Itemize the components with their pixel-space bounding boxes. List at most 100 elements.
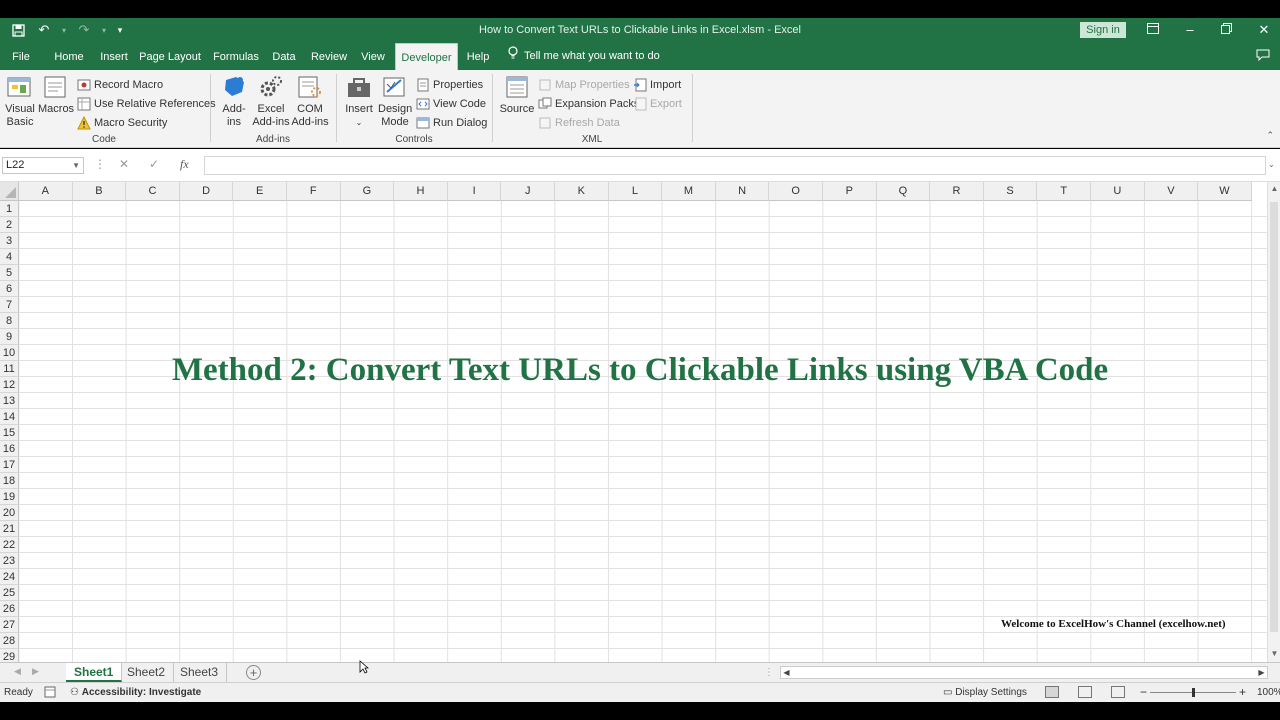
horizontal-scrollbar[interactable]: ◀ ▶ <box>780 666 1268 679</box>
row-header[interactable]: 22 <box>0 537 19 553</box>
vertical-scroll-thumb[interactable] <box>1270 202 1278 632</box>
scroll-down-icon[interactable]: ▼ <box>1269 649 1280 660</box>
column-header[interactable]: O <box>769 182 823 201</box>
source-button[interactable]: Source <box>498 74 536 116</box>
sheet-tab-sheet3[interactable]: Sheet3 <box>172 663 228 682</box>
ribbon-display-options-icon[interactable] <box>1143 22 1163 38</box>
cell-grid[interactable] <box>19 201 1267 662</box>
zoom-level[interactable]: 100% <box>1257 687 1280 698</box>
row-header[interactable]: 25 <box>0 585 19 601</box>
select-all-button[interactable] <box>0 182 19 201</box>
properties-button[interactable]: Properties <box>416 76 483 93</box>
tab-help[interactable]: Help <box>462 43 494 70</box>
use-relative-references-button[interactable]: Use Relative References <box>77 95 216 112</box>
row-header[interactable]: 21 <box>0 521 19 537</box>
sheet-tab-sheet1[interactable]: Sheet1 <box>66 663 123 682</box>
zoom-in-button[interactable]: + <box>1239 685 1246 699</box>
next-sheet-icon[interactable]: ▶ <box>32 666 39 677</box>
column-header[interactable]: A <box>19 182 73 201</box>
column-header[interactable]: J <box>501 182 555 201</box>
column-header[interactable]: U <box>1091 182 1145 201</box>
column-header[interactable]: Q <box>876 182 931 201</box>
previous-sheet-icon[interactable]: ◀ <box>14 666 21 677</box>
tab-insert[interactable]: Insert <box>96 43 132 70</box>
cancel-entry-icon[interactable]: ✕ <box>119 157 129 171</box>
comments-icon[interactable] <box>1256 49 1270 64</box>
row-header[interactable]: 4 <box>0 249 19 265</box>
row-header[interactable]: 9 <box>0 329 19 345</box>
restore-icon[interactable] <box>1216 22 1236 38</box>
name-box[interactable]: L22 ▼ <box>2 157 84 174</box>
scroll-left-icon[interactable]: ◀ <box>781 667 792 678</box>
row-header[interactable]: 26 <box>0 601 19 617</box>
chevron-down-icon[interactable]: ▼ <box>72 158 80 173</box>
accessibility-status[interactable]: ⚇ Accessibility: Investigate <box>70 687 201 698</box>
save-icon[interactable] <box>8 21 28 39</box>
column-header[interactable]: F <box>287 182 341 201</box>
expand-formula-bar-icon[interactable]: ⌄ <box>1268 160 1275 169</box>
vertical-scrollbar[interactable]: ▲ ▼ <box>1267 182 1280 662</box>
excel-addins-button[interactable]: Excel Add-ins <box>252 74 290 129</box>
row-header[interactable]: 7 <box>0 297 19 313</box>
tab-view[interactable]: View <box>356 43 390 70</box>
column-header[interactable]: I <box>447 182 502 201</box>
undo-dropdown-icon[interactable]: ▾ <box>60 21 68 39</box>
map-properties-button[interactable]: Map Properties <box>538 76 630 93</box>
addins-button[interactable]: Add- ins <box>218 74 250 129</box>
row-header[interactable]: 28 <box>0 633 19 649</box>
undo-icon[interactable]: ↶ <box>34 21 54 39</box>
refresh-data-button[interactable]: Refresh Data <box>538 114 620 131</box>
export-button[interactable]: Export <box>633 95 682 112</box>
row-header[interactable]: 3 <box>0 233 19 249</box>
row-header[interactable]: 23 <box>0 553 19 569</box>
run-dialog-button[interactable]: Run Dialog <box>416 114 487 131</box>
visual-basic-button[interactable]: Visual Basic <box>4 74 36 129</box>
redo-icon[interactable]: ↷ <box>74 21 94 39</box>
column-header[interactable]: M <box>662 182 716 201</box>
close-icon[interactable]: ✕ <box>1254 22 1274 38</box>
page-break-preview-icon[interactable] <box>1111 686 1125 698</box>
view-code-button[interactable]: View Code <box>416 95 486 112</box>
column-header[interactable]: W <box>1198 182 1252 201</box>
worksheet-grid[interactable]: ABCDEFGHIJKLMNOPQRSTUVW 1 2 3 4 5 6 7 8 9 10 11 12 1… <box>0 182 1280 662</box>
row-header[interactable]: 15 <box>0 425 19 441</box>
row-header[interactable]: 2 <box>0 217 19 233</box>
row-header[interactable]: 19 <box>0 489 19 505</box>
add-sheet-icon[interactable]: + <box>246 665 261 680</box>
row-header[interactable]: 1 <box>0 201 19 217</box>
tab-splitter-icon[interactable]: ⋮ <box>764 667 774 678</box>
column-header[interactable]: R <box>930 182 984 201</box>
tab-data[interactable]: Data <box>268 43 300 70</box>
com-addins-button[interactable]: COM Add-ins <box>291 74 329 129</box>
tab-formulas[interactable]: Formulas <box>210 43 262 70</box>
column-header[interactable]: D <box>179 182 234 201</box>
insert-control-button[interactable]: Insert ⌄ <box>342 74 376 129</box>
row-header[interactable]: 8 <box>0 313 19 329</box>
design-mode-button[interactable]: Design Mode <box>378 74 412 129</box>
display-settings-button[interactable]: ▭ Display Settings <box>943 687 1027 698</box>
sheet-tab-sheet2[interactable]: Sheet2 <box>119 663 175 682</box>
macro-recording-icon[interactable] <box>44 686 56 701</box>
column-header[interactable]: G <box>340 182 395 201</box>
page-layout-view-icon[interactable] <box>1078 686 1092 698</box>
customize-qat-icon[interactable]: ▾ <box>114 21 126 39</box>
normal-view-icon[interactable] <box>1045 686 1059 698</box>
row-header[interactable]: 5 <box>0 265 19 281</box>
scroll-right-icon[interactable]: ▶ <box>1256 667 1267 678</box>
column-header[interactable]: C <box>126 182 180 201</box>
collapse-ribbon-icon[interactable]: ⌃ <box>1266 130 1274 141</box>
column-header[interactable]: H <box>394 182 448 201</box>
tell-me-search[interactable]: Tell me what you want to do <box>508 43 660 70</box>
tab-review[interactable]: Review <box>308 43 350 70</box>
column-header[interactable]: V <box>1144 182 1199 201</box>
tab-file[interactable]: File <box>4 43 38 70</box>
sign-in-button[interactable]: Sign in <box>1080 22 1126 38</box>
column-header[interactable]: L <box>608 182 663 201</box>
row-header[interactable]: 24 <box>0 569 19 585</box>
more-options-icon[interactable]: ⋮ <box>94 157 106 171</box>
column-header[interactable]: S <box>983 182 1038 201</box>
row-header[interactable]: 20 <box>0 505 19 521</box>
column-header[interactable]: B <box>72 182 127 201</box>
row-header[interactable]: 14 <box>0 409 19 425</box>
row-header[interactable]: 16 <box>0 441 19 457</box>
